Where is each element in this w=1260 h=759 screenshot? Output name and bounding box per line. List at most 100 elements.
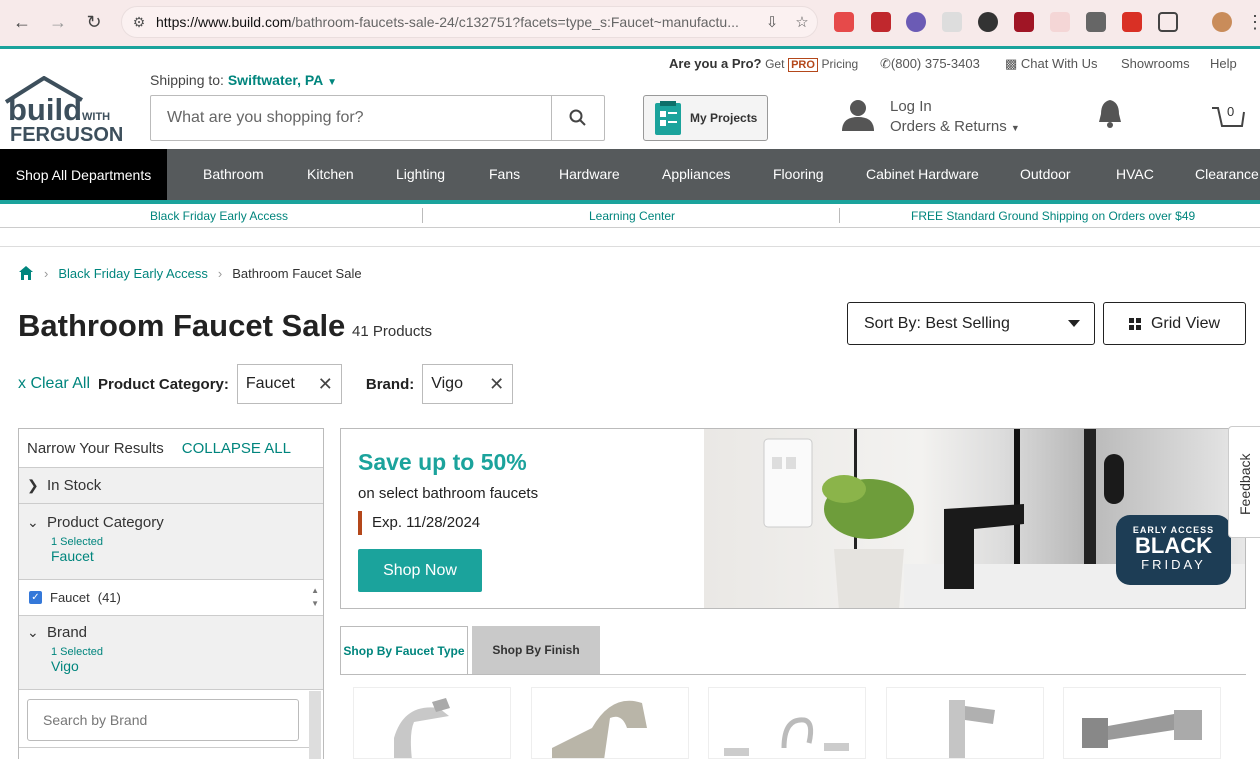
extension-icon[interactable] bbox=[978, 12, 998, 32]
chevron-down-icon bbox=[1068, 320, 1080, 327]
feedback-tab[interactable]: Feedback bbox=[1228, 426, 1260, 538]
filter-label-brand: Brand: bbox=[365, 375, 415, 393]
chevron-right-icon: › bbox=[217, 265, 223, 281]
nav-kitchen[interactable]: Kitchen bbox=[307, 166, 354, 182]
search-button[interactable] bbox=[551, 96, 604, 140]
black-friday-badge: EARLY ACCESS BLACK FRIDAY bbox=[1116, 515, 1231, 585]
extension-icon[interactable] bbox=[871, 12, 891, 32]
back-icon[interactable]: ← bbox=[4, 4, 40, 40]
extension-icon[interactable] bbox=[942, 12, 962, 32]
shop-all-departments[interactable]: Shop All Departments bbox=[0, 149, 167, 200]
facet-brand[interactable]: ⌄ Brand 1 Selected Vigo bbox=[19, 615, 323, 691]
close-icon[interactable]: ✕ bbox=[489, 374, 504, 395]
banner-expiry: Exp. 11/28/2024 bbox=[358, 511, 480, 535]
nav-appliances[interactable]: Appliances bbox=[662, 166, 731, 182]
divider bbox=[340, 674, 1246, 675]
shipping-location[interactable]: Shipping to: Swiftwater, PA ▼ bbox=[150, 72, 337, 88]
chevron-down-icon: ▼ bbox=[327, 77, 338, 88]
phone-link[interactable]: ✆(800) 375-3403 bbox=[880, 56, 980, 72]
filter-chip-brand[interactable]: Vigo ✕ bbox=[422, 364, 514, 404]
promo-banner: Save up to 50% on select bathroom faucet… bbox=[340, 428, 1246, 609]
install-icon[interactable]: ⇩ bbox=[757, 13, 787, 31]
nav-fans[interactable]: Fans bbox=[489, 166, 520, 182]
facet-in-stock[interactable]: ❯ In Stock bbox=[19, 467, 323, 503]
faucet-image bbox=[1082, 710, 1202, 748]
breadcrumb-current: Bathroom Faucet Sale bbox=[232, 265, 362, 281]
chevron-down-icon: ⌄ bbox=[27, 624, 39, 640]
checkbox-checked[interactable]: ✓ bbox=[29, 591, 42, 604]
grid-icon bbox=[1128, 317, 1141, 330]
nav-flooring[interactable]: Flooring bbox=[773, 166, 824, 182]
site-settings-icon[interactable]: ⚙ bbox=[122, 14, 156, 31]
search-bar[interactable]: What are you shopping for? bbox=[150, 95, 605, 141]
filter-chip-category[interactable]: Faucet ✕ bbox=[236, 364, 342, 404]
nav-clearance[interactable]: Clearance bbox=[1195, 166, 1259, 182]
clear-all-link[interactable]: x Clear All bbox=[18, 375, 90, 393]
login-link[interactable]: Log In bbox=[890, 97, 1020, 117]
main-navigation: Shop All Departments Bathroom Kitchen Li… bbox=[0, 149, 1260, 200]
account-menu[interactable]: Log In Orders & Returns ▼ bbox=[840, 97, 1020, 138]
chat-icon: ▩ bbox=[1005, 56, 1018, 71]
category-card[interactable] bbox=[531, 687, 689, 759]
facet-product-category[interactable]: ⌄ Product Category 1 Selected Faucet bbox=[19, 503, 323, 579]
nav-cabinet-hardware[interactable]: Cabinet Hardware bbox=[866, 166, 979, 182]
reload-icon[interactable]: ↻ bbox=[76, 4, 112, 40]
search-input[interactable]: What are you shopping for? bbox=[151, 96, 551, 140]
extension-icon[interactable] bbox=[834, 12, 854, 32]
extension-icon[interactable] bbox=[1122, 12, 1142, 32]
promo-shipping-link[interactable]: FREE Standard Ground Shipping on Orders … bbox=[911, 209, 1195, 223]
nav-lighting[interactable]: Lighting bbox=[396, 166, 445, 182]
pro-pricing-link[interactable]: Are you a Pro? Get PRO Pricing bbox=[669, 56, 858, 72]
showrooms-link[interactable]: Showrooms bbox=[1121, 56, 1190, 71]
active-filters: x Clear All Product Category: Faucet ✕ Br… bbox=[18, 364, 514, 404]
collapse-all-link[interactable]: COLLAPSE ALL bbox=[182, 440, 291, 457]
tab-shop-by-faucet-type[interactable]: Shop By Faucet Type bbox=[340, 626, 468, 674]
notifications-bell-icon[interactable] bbox=[1097, 98, 1123, 133]
menu-kebab-icon[interactable]: ⋮ bbox=[1246, 12, 1260, 33]
category-card[interactable] bbox=[353, 687, 511, 759]
forward-icon[interactable]: → bbox=[40, 4, 76, 40]
my-projects-button[interactable]: My Projects bbox=[643, 95, 768, 141]
clipboard-icon bbox=[655, 101, 681, 135]
category-card[interactable] bbox=[1063, 687, 1221, 759]
nav-outdoor[interactable]: Outdoor bbox=[1020, 166, 1071, 182]
bookmark-star-icon[interactable]: ☆ bbox=[787, 13, 817, 31]
filter-label-category: Product Category: bbox=[98, 375, 229, 393]
chevron-right-icon: › bbox=[44, 265, 49, 281]
phone-icon: ✆ bbox=[880, 56, 891, 71]
close-icon[interactable]: ✕ bbox=[318, 374, 333, 395]
faucet-image bbox=[949, 700, 995, 758]
promo-learning-center-link[interactable]: Learning Center bbox=[589, 209, 675, 223]
address-bar[interactable]: ⚙ https://www.build.com/bathroom-faucets… bbox=[121, 6, 818, 38]
brand-search-input[interactable]: Search by Brand bbox=[27, 699, 299, 741]
breadcrumb-parent-link[interactable]: Black Friday Early Access bbox=[58, 266, 208, 281]
extension-icon[interactable] bbox=[1086, 12, 1106, 32]
sidebar-scrollbar[interactable] bbox=[309, 691, 321, 759]
help-link[interactable]: Help bbox=[1210, 56, 1237, 71]
banner-title: Save up to 50% bbox=[358, 449, 527, 475]
profile-avatar[interactable] bbox=[1212, 12, 1232, 32]
orders-returns-link[interactable]: Orders & Returns ▼ bbox=[890, 117, 1020, 138]
nav-bathroom[interactable]: Bathroom bbox=[203, 166, 264, 182]
extension-icon[interactable] bbox=[906, 12, 926, 32]
grid-view-button[interactable]: Grid View bbox=[1103, 302, 1246, 345]
sort-dropdown[interactable]: Sort By: Best Selling bbox=[847, 302, 1095, 345]
category-card[interactable] bbox=[886, 687, 1044, 759]
home-icon[interactable] bbox=[18, 265, 34, 281]
extensions-puzzle-icon[interactable] bbox=[1158, 12, 1178, 32]
promo-black-friday-link[interactable]: Black Friday Early Access bbox=[150, 209, 288, 223]
promo-bar: Black Friday Early Access Learning Cente… bbox=[0, 204, 1260, 228]
category-card[interactable] bbox=[708, 687, 866, 759]
nav-hardware[interactable]: Hardware bbox=[559, 166, 620, 182]
extension-icon[interactable] bbox=[1050, 12, 1070, 32]
scroll-arrows[interactable]: ▲ ▼ bbox=[311, 584, 319, 610]
nav-hvac[interactable]: HVAC bbox=[1116, 166, 1154, 182]
chat-link[interactable]: ▩ Chat With Us bbox=[1005, 56, 1098, 72]
extension-icon[interactable] bbox=[1014, 12, 1034, 32]
browser-toolbar: ← → ↻ ⚙ https://www.build.com/bathroom-f… bbox=[0, 0, 1260, 46]
build-with-ferguson-logo[interactable]: build WITH FERGUSON bbox=[2, 75, 132, 146]
faucet-image bbox=[552, 700, 647, 758]
tab-shop-by-finish[interactable]: Shop By Finish bbox=[472, 626, 600, 674]
shop-now-button[interactable]: Shop Now bbox=[358, 549, 482, 592]
facet-option-faucet[interactable]: ✓ Faucet (41) ▲ ▼ bbox=[19, 579, 323, 615]
